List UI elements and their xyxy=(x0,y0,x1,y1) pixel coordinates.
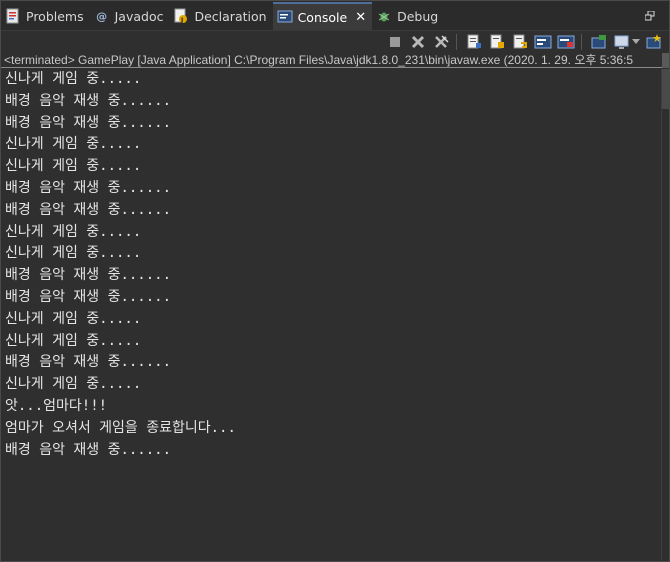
remove-launch-icon[interactable] xyxy=(409,33,427,51)
problems-icon xyxy=(5,8,21,24)
console-line: 신나게 게임 중..... xyxy=(5,158,142,175)
scrollbar-top xyxy=(662,53,669,68)
console-line: 신나게 게임 중..... xyxy=(5,332,142,349)
declaration-icon: J xyxy=(173,8,189,24)
console-line: 배경 음악 재생 중...... xyxy=(5,179,172,196)
close-icon[interactable]: ✕ xyxy=(355,10,366,25)
pin-console-icon[interactable] xyxy=(590,33,608,51)
console-line: 배경 음악 재생 중...... xyxy=(5,354,172,371)
tab-label: Javadoc xyxy=(114,8,164,24)
console-line: 신나게 게임 중..... xyxy=(5,245,142,262)
console-line: 배경 음악 재생 중...... xyxy=(5,114,172,131)
maximize-icon[interactable] xyxy=(639,5,661,27)
debug-icon xyxy=(376,8,392,24)
word-wrap-icon[interactable] xyxy=(511,33,529,51)
console-line: 배경 음악 재생 중...... xyxy=(5,92,172,109)
vertical-scrollbar[interactable] xyxy=(661,69,669,561)
remove-all-terminated-icon[interactable] xyxy=(432,33,450,51)
console-line: 엄마가 오셔서 게임을 종료합니다... xyxy=(5,419,236,436)
console-line: 앗...엄마다!!! xyxy=(5,397,108,414)
toolbar-separator xyxy=(581,34,582,50)
show-on-stderr-icon[interactable] xyxy=(557,33,575,51)
tab-label: Problems xyxy=(26,8,84,24)
console-line: 배경 음악 재생 중...... xyxy=(5,441,172,458)
console-line: 신나게 게임 중..... xyxy=(5,71,142,87)
scrollbar-thumb[interactable] xyxy=(662,69,669,109)
javadoc-icon: @ xyxy=(96,9,108,23)
display-selected-console-icon[interactable] xyxy=(613,33,631,51)
tab-debug[interactable]: Debug xyxy=(372,2,444,30)
scroll-lock-icon[interactable] xyxy=(488,33,506,51)
console-icon xyxy=(277,9,293,25)
show-on-stdout-icon[interactable] xyxy=(534,33,552,51)
svg-text:J: J xyxy=(180,17,183,24)
console-toolbar xyxy=(1,31,669,53)
tab-label: Declaration xyxy=(194,8,267,24)
console-line: 신나게 게임 중..... xyxy=(5,310,142,327)
clear-console-icon[interactable] xyxy=(465,33,483,51)
console-line: 신나게 게임 중..... xyxy=(5,136,142,153)
chevron-down-icon[interactable] xyxy=(632,33,640,51)
tab-problems[interactable]: Problems xyxy=(1,2,90,30)
console-view-window: Problems @ Javadoc J Declaration Console… xyxy=(0,0,670,562)
open-console-icon[interactable] xyxy=(645,33,663,51)
console-line: 배경 음악 재생 중...... xyxy=(5,201,172,218)
tab-declaration[interactable]: J Declaration xyxy=(169,2,272,30)
toolbar-separator xyxy=(456,34,457,50)
console-line: 배경 음악 재생 중...... xyxy=(5,267,172,284)
console-line: 배경 음악 재생 중...... xyxy=(5,288,172,305)
tab-label: Debug xyxy=(397,8,439,24)
process-status-label: <terminated> GamePlay [Java Application]… xyxy=(1,53,664,68)
view-tab-bar: Problems @ Javadoc J Declaration Console… xyxy=(1,1,669,31)
console-line: 신나게 게임 중..... xyxy=(5,376,142,393)
tab-label: Console xyxy=(297,9,348,25)
terminate-icon[interactable] xyxy=(386,33,404,51)
tab-javadoc[interactable]: @ Javadoc xyxy=(90,2,170,30)
console-output[interactable]: 신나게 게임 중..... 배경 음악 재생 중...... 배경 음악 재생 중.… xyxy=(1,69,663,561)
console-line: 신나게 게임 중..... xyxy=(5,223,142,240)
tab-console[interactable]: Console ✕ xyxy=(272,2,373,30)
